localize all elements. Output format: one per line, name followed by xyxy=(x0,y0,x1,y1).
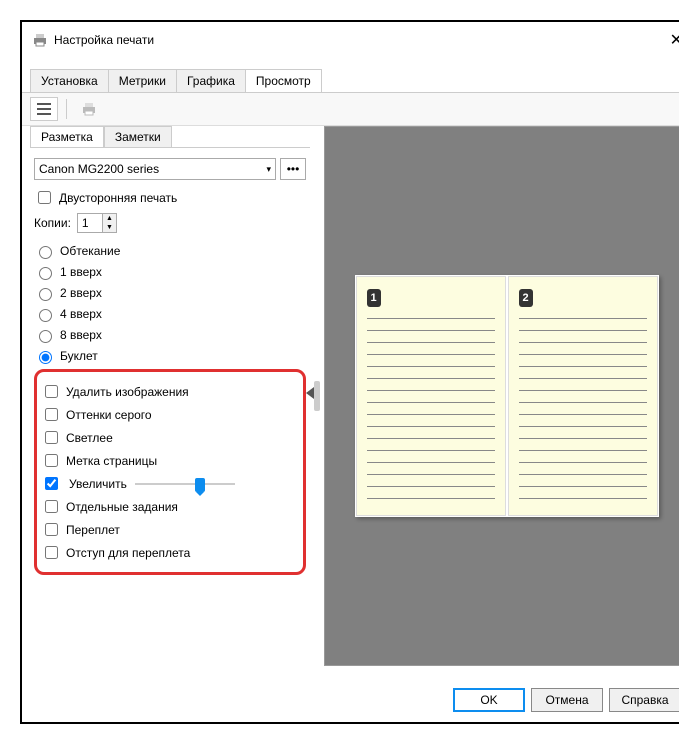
preview-page-1: 1 xyxy=(356,276,506,516)
subtab-layout[interactable]: Разметка xyxy=(30,126,104,147)
radio-wrap-label: Обтекание xyxy=(60,244,120,258)
print-icon xyxy=(81,101,97,117)
lighter-label: Светлее xyxy=(66,431,113,445)
print-button[interactable] xyxy=(75,97,103,121)
remove-images-label: Удалить изображения xyxy=(66,385,189,399)
cancel-button[interactable]: Отмена xyxy=(531,688,603,712)
binding-checkbox[interactable] xyxy=(45,523,58,536)
slider-track xyxy=(135,483,235,485)
radio-2up-label: 2 вверх xyxy=(60,286,102,300)
enlarge-checkbox[interactable] xyxy=(45,477,58,490)
page-number-2: 2 xyxy=(519,289,533,307)
copies-label: Копии: xyxy=(34,216,71,230)
chevron-down-icon: ▾ xyxy=(266,164,271,175)
splitter-grip-icon xyxy=(314,381,320,411)
subtab-notes[interactable]: Заметки xyxy=(104,126,172,147)
radio-wrap[interactable] xyxy=(39,246,52,259)
radio-1up-label: 1 вверх xyxy=(60,265,102,279)
radio-booklet-label: Буклет xyxy=(60,349,98,363)
printer-settings-button[interactable]: ••• xyxy=(280,158,306,180)
printer-select[interactable]: Canon MG2200 series ▾ xyxy=(34,158,276,180)
slider-thumb-icon[interactable] xyxy=(195,478,205,492)
printer-icon xyxy=(32,32,48,48)
binding-label: Переплет xyxy=(66,523,120,537)
separate-jobs-checkbox[interactable] xyxy=(45,500,58,513)
booklet-preview: 1 2 xyxy=(355,275,659,517)
tab-metrics[interactable]: Метрики xyxy=(108,69,177,92)
radio-booklet[interactable] xyxy=(39,351,52,364)
tab-install[interactable]: Установка xyxy=(30,69,109,92)
radio-2up[interactable] xyxy=(39,288,52,301)
spin-up-icon[interactable]: ▲ xyxy=(103,214,116,223)
page-number-1: 1 xyxy=(367,289,381,307)
grayscale-label: Оттенки серого xyxy=(66,408,152,422)
lighter-checkbox[interactable] xyxy=(45,431,58,444)
separator xyxy=(66,99,67,119)
tab-graphics[interactable]: Графика xyxy=(176,69,246,92)
separate-jobs-label: Отдельные задания xyxy=(66,500,178,514)
grayscale-checkbox[interactable] xyxy=(45,408,58,421)
collapse-arrow-icon xyxy=(306,387,314,399)
binding-indent-label: Отступ для переплета xyxy=(66,546,190,560)
tab-preview[interactable]: Просмотр xyxy=(245,69,322,92)
page-mark-checkbox[interactable] xyxy=(45,454,58,467)
help-button[interactable]: Справка xyxy=(609,688,679,712)
printer-selected: Canon MG2200 series xyxy=(39,162,159,176)
close-icon[interactable]: ✕ xyxy=(666,30,679,50)
copies-value: 1 xyxy=(78,214,102,232)
enlarge-slider[interactable] xyxy=(135,476,235,492)
radio-4up-label: 4 вверх xyxy=(60,307,102,321)
window-title: Настройка печати xyxy=(54,33,666,47)
duplex-checkbox[interactable] xyxy=(38,191,51,204)
menu-button[interactable] xyxy=(30,97,58,121)
radio-8up[interactable] xyxy=(39,330,52,343)
enlarge-label: Увеличить xyxy=(69,477,127,491)
binding-indent-checkbox[interactable] xyxy=(45,546,58,559)
preview-page-2: 2 xyxy=(508,276,658,516)
duplex-label: Двусторонняя печать xyxy=(59,191,177,205)
radio-1up[interactable] xyxy=(39,267,52,280)
preview-area: 1 2 xyxy=(324,126,679,666)
ok-button[interactable]: OK xyxy=(453,688,525,712)
radio-4up[interactable] xyxy=(39,309,52,322)
remove-images-checkbox[interactable] xyxy=(45,385,58,398)
page-mark-label: Метка страницы xyxy=(66,454,157,468)
copies-stepper[interactable]: 1 ▲ ▼ xyxy=(77,213,117,233)
splitter[interactable] xyxy=(310,126,324,666)
options-highlight-box: Удалить изображения Оттенки серого Светл… xyxy=(34,369,306,575)
spin-down-icon[interactable]: ▼ xyxy=(103,223,116,232)
radio-8up-label: 8 вверх xyxy=(60,328,102,342)
hamburger-icon xyxy=(37,103,51,115)
